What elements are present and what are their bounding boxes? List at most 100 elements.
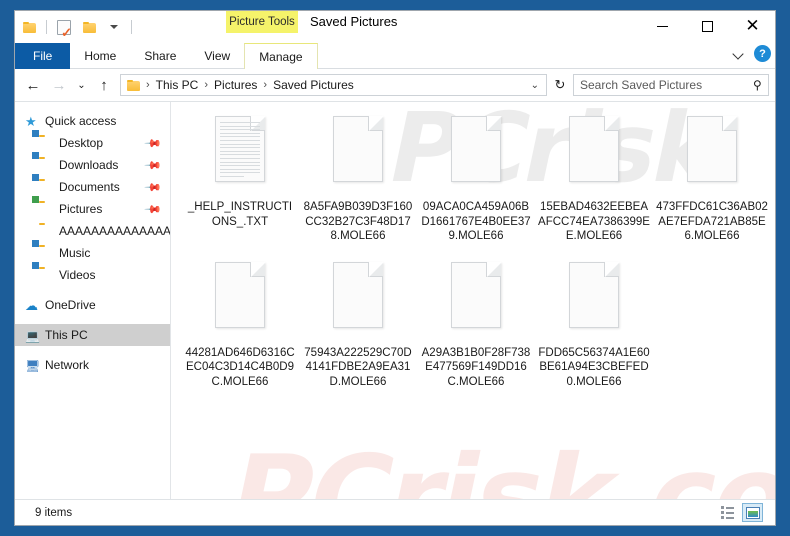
blank-document-icon bbox=[209, 260, 271, 338]
up-button[interactable]: ↑ bbox=[92, 73, 116, 97]
search-placeholder: Search Saved Pictures bbox=[580, 78, 703, 92]
address-bar: ← → ⌄ ↑ › This PC › Pictures › Saved Pic… bbox=[15, 69, 775, 101]
search-icon[interactable]: ⚲ bbox=[753, 78, 762, 92]
file-item[interactable]: 473FFDC61C36AB02AE7EFDA721AB85E6.MOLE66 bbox=[653, 110, 771, 244]
watermark-main-text: PCrisk.com bbox=[217, 432, 775, 499]
breadcrumb-separator-0: › bbox=[146, 79, 150, 91]
pin-icon[interactable]: 📌 bbox=[144, 200, 163, 218]
file-name-label: 09ACA0CA459A06BD1661767E4B0EE379.MOLE66 bbox=[421, 201, 531, 242]
quick-access-toolbar bbox=[19, 16, 134, 39]
sidebar-item-network[interactable]: 🖥 Network bbox=[15, 354, 170, 376]
folder-desktop-icon bbox=[32, 129, 53, 150]
file-name-label: _HELP_INSTRUCTIONS_.TXT bbox=[187, 201, 293, 228]
sidebar-item-this-pc[interactable]: 💻 This PC bbox=[15, 324, 170, 346]
large-icons-view-button[interactable] bbox=[742, 503, 763, 522]
pin-icon[interactable]: 📌 bbox=[144, 156, 163, 174]
sidebar-item-label: Desktop bbox=[59, 136, 104, 150]
tab-view[interactable]: View bbox=[190, 43, 244, 69]
breadcrumb-item-saved-pictures[interactable]: Saved Pictures bbox=[270, 78, 357, 92]
details-view-button[interactable] bbox=[717, 503, 738, 522]
item-count-label: 9 items bbox=[35, 506, 73, 519]
file-list-pane[interactable]: PCrisk PCrisk.com _HELP_INSTRUCTIONS_.TX… bbox=[171, 102, 775, 499]
text-document-icon bbox=[209, 114, 271, 192]
file-item[interactable]: 15EBAD4632EEBEAAFCC74EA7386399EE.MOLE66 bbox=[535, 110, 653, 244]
cloud-icon: ☁ bbox=[25, 297, 38, 313]
breadcrumb-separator-2: › bbox=[263, 79, 268, 91]
pin-icon[interactable]: 📌 bbox=[144, 134, 163, 152]
folder-downloads-icon bbox=[32, 151, 53, 172]
file-name-label: 8A5FA9B039D3F160CC32B27C3F48D178.MOLE66 bbox=[303, 201, 413, 242]
toolbar-divider bbox=[46, 20, 47, 34]
sidebar-item-label: This PC bbox=[45, 328, 88, 342]
sidebar-item-videos[interactable]: Videos bbox=[15, 261, 170, 286]
file-item[interactable]: _HELP_INSTRUCTIONS_.TXT bbox=[181, 110, 299, 244]
search-input[interactable]: Search Saved Pictures ⚲ bbox=[573, 74, 769, 96]
sidebar-item-pictures[interactable]: Pictures 📌 bbox=[15, 195, 170, 220]
chevron-down-icon[interactable]: ⌄ bbox=[531, 80, 542, 91]
window-controls: ✕ bbox=[640, 11, 775, 41]
file-item[interactable]: 44281AD646D6316CEC04C3D14C4B0D9C.MOLE66 bbox=[181, 256, 299, 390]
status-bar: 9 items bbox=[15, 499, 775, 525]
toolbar-divider-2 bbox=[131, 20, 132, 34]
folder-videos-icon bbox=[32, 261, 53, 282]
tab-manage[interactable]: Manage bbox=[244, 43, 318, 69]
blank-document-icon bbox=[563, 114, 625, 192]
file-item[interactable]: 75943A222529C70D4141FDBE2A9EA31D.MOLE66 bbox=[299, 256, 417, 390]
file-item[interactable]: A29A3B1B0F28F738E477569F149DD16C.MOLE66 bbox=[417, 256, 535, 390]
chevron-down-icon[interactable] bbox=[733, 50, 744, 57]
sidebar-item-onedrive[interactable]: ☁ OneDrive bbox=[15, 294, 170, 316]
ribbon-tab-bar: File Home Share View Manage ? bbox=[15, 43, 775, 69]
folder-icon[interactable] bbox=[19, 17, 39, 37]
folder-pictures-icon bbox=[32, 195, 53, 216]
pin-icon[interactable]: 📌 bbox=[144, 178, 163, 196]
star-icon: ★ bbox=[25, 113, 37, 129]
forward-button[interactable]: → bbox=[47, 73, 71, 97]
blank-document-icon bbox=[563, 260, 625, 338]
tab-home[interactable]: Home bbox=[70, 43, 130, 69]
close-button[interactable]: ✕ bbox=[730, 11, 775, 41]
file-name-label: A29A3B1B0F28F738E477569F149DD16C.MOLE66 bbox=[421, 346, 531, 388]
breadcrumb-item-pictures[interactable]: Pictures bbox=[211, 78, 260, 92]
file-grid: _HELP_INSTRUCTIONS_.TXT 8A5FA9B039D3F160… bbox=[171, 102, 775, 401]
navigation-pane: ★ Quick access Desktop 📌 Downloads 📌 Doc… bbox=[15, 102, 171, 499]
file-name-label: 75943A222529C70D4141FDBE2A9EA31D.MOLE66 bbox=[304, 346, 412, 388]
blank-document-icon bbox=[681, 114, 743, 192]
breadcrumb[interactable]: › This PC › Pictures › Saved Pictures ⌄ bbox=[120, 74, 547, 96]
blank-document-icon bbox=[327, 260, 389, 338]
folder-music-icon bbox=[32, 239, 53, 260]
file-item[interactable]: FDD65C56374A1E60BE61A94E3CBEFED0.MOLE66 bbox=[535, 256, 653, 390]
address-folder-icon bbox=[127, 79, 140, 91]
breadcrumb-item-this-pc[interactable]: This PC bbox=[153, 78, 202, 92]
help-icon[interactable]: ? bbox=[754, 45, 771, 62]
file-explorer-window: Picture Tools Saved Pictures ✕ File Home… bbox=[14, 10, 776, 526]
sidebar-item-label: Downloads bbox=[59, 158, 119, 172]
network-icon: 🖥 bbox=[25, 358, 41, 373]
ribbon-right-controls: ? bbox=[733, 45, 771, 62]
customize-quick-access-caret-icon[interactable] bbox=[104, 17, 124, 37]
sidebar-item-label: Videos bbox=[59, 268, 96, 282]
sidebar-item-label: Pictures bbox=[59, 202, 103, 216]
tab-share[interactable]: Share bbox=[130, 43, 190, 69]
sidebar-item-label: AAAAAAAAAAAAAA bbox=[59, 224, 171, 238]
recent-locations-button[interactable]: ⌄ bbox=[73, 73, 90, 97]
sidebar-item-label: Documents bbox=[59, 180, 120, 194]
blank-document-icon bbox=[327, 114, 389, 192]
screenshot-root: Picture Tools Saved Pictures ✕ File Home… bbox=[0, 0, 790, 536]
new-folder-icon[interactable] bbox=[79, 17, 99, 37]
sidebar-item-label: Network bbox=[45, 358, 90, 372]
file-item[interactable]: 8A5FA9B039D3F160CC32B27C3F48D178.MOLE66 bbox=[299, 110, 417, 244]
file-item[interactable]: 09ACA0CA459A06BD1661767E4B0EE379.MOLE66 bbox=[417, 110, 535, 244]
ribbon-tabs: File Home Share View Manage bbox=[15, 43, 775, 69]
file-name-label: 473FFDC61C36AB02AE7EFDA721AB85E6.MOLE66 bbox=[656, 201, 768, 242]
contextual-tab-group-picture-tools: Picture Tools bbox=[226, 11, 298, 33]
breadcrumb-separator-1: › bbox=[204, 79, 209, 91]
refresh-icon[interactable]: ↻ bbox=[549, 74, 571, 96]
back-button[interactable]: ← bbox=[21, 73, 45, 97]
minimize-button[interactable] bbox=[640, 11, 685, 41]
maximize-button[interactable] bbox=[685, 11, 730, 41]
tab-file[interactable]: File bbox=[15, 43, 71, 69]
file-name-label: FDD65C56374A1E60BE61A94E3CBEFED0.MOLE66 bbox=[538, 346, 650, 388]
properties-icon[interactable] bbox=[54, 17, 74, 39]
sidebar-item-label: Quick access bbox=[45, 114, 117, 128]
